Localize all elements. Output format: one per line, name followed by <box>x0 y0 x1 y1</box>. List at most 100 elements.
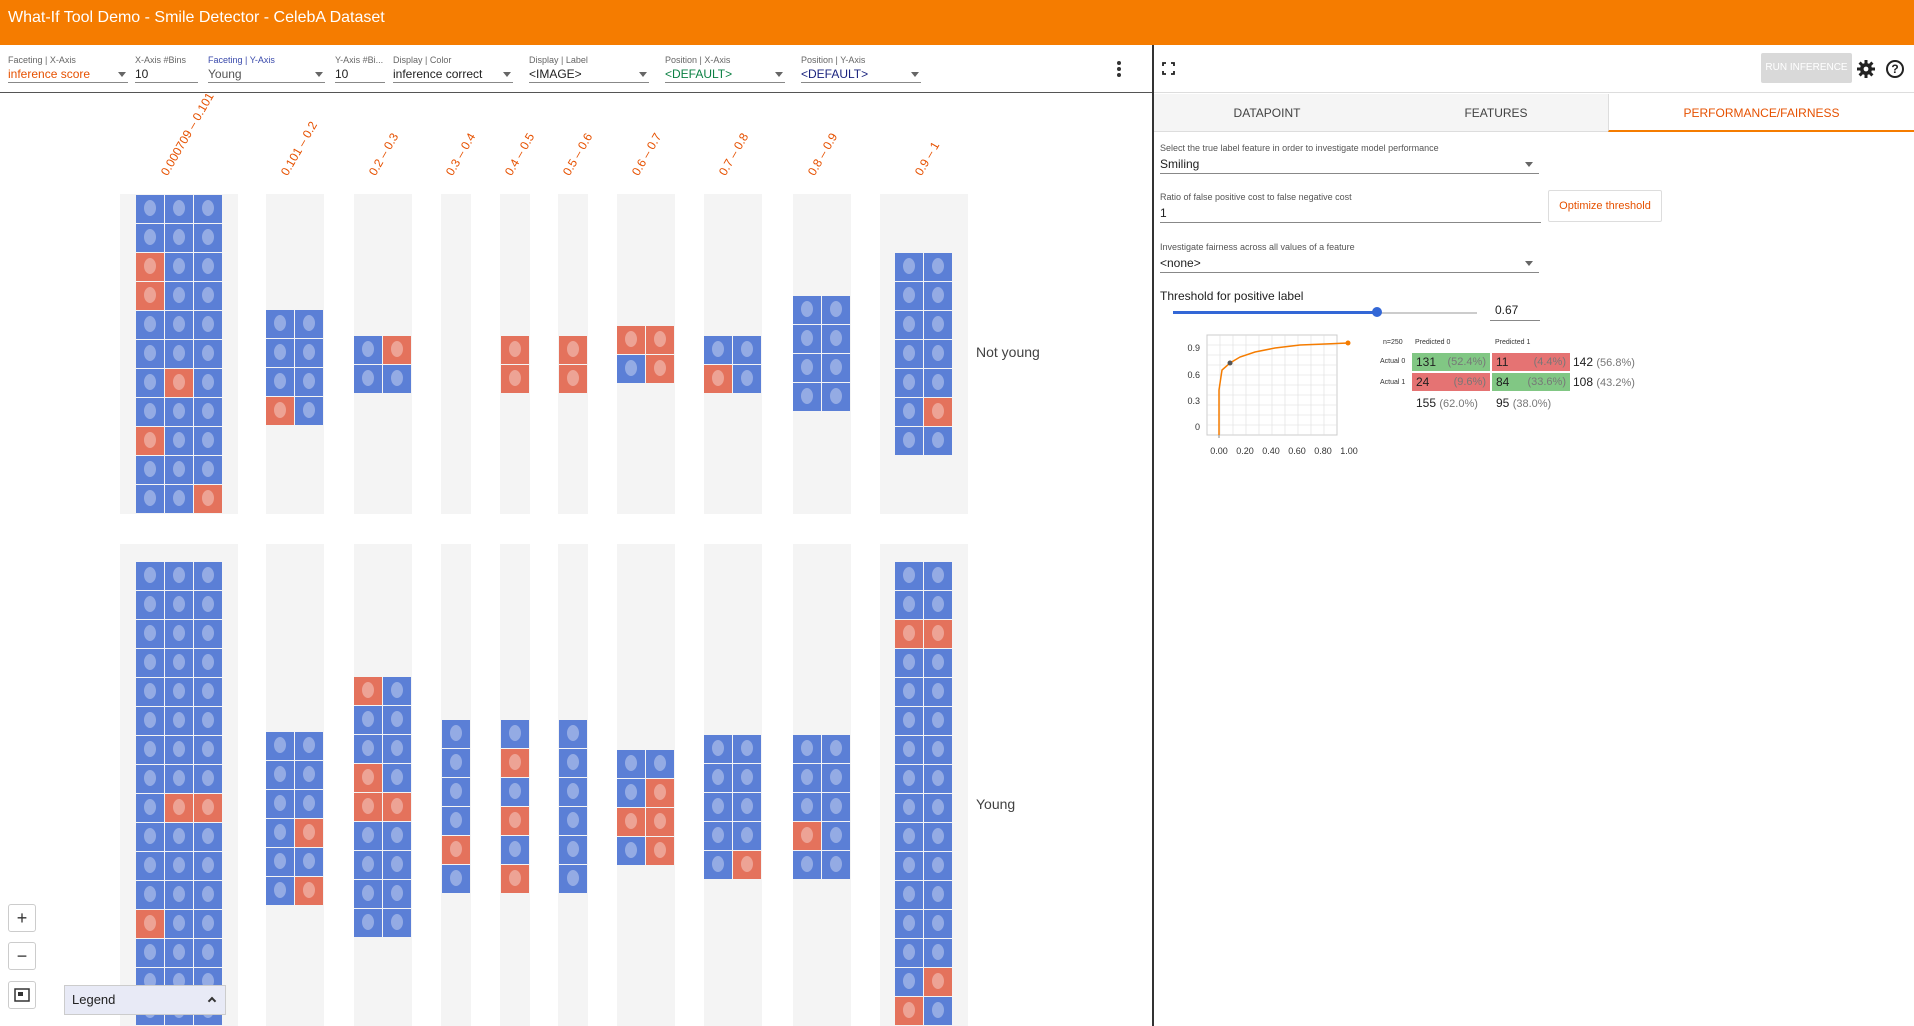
datapoint-thumbnail[interactable] <box>895 427 923 455</box>
datapoint-thumbnail[interactable] <box>193 253 222 281</box>
datapoint-thumbnail[interactable] <box>704 365 732 393</box>
datapoint-thumbnail[interactable] <box>164 282 193 310</box>
datapoint-thumbnail[interactable] <box>193 620 222 648</box>
datapoint-thumbnail[interactable] <box>617 750 645 778</box>
datapoint-thumbnail[interactable] <box>164 485 193 513</box>
datapoint-thumbnail[interactable] <box>924 649 952 677</box>
datapoint-thumbnail[interactable] <box>164 852 193 880</box>
datapoint-thumbnail[interactable] <box>924 881 952 909</box>
tab-performance-fairness[interactable]: PERFORMANCE/FAIRNESS <box>1608 94 1914 132</box>
datapoint-thumbnail[interactable] <box>164 311 193 339</box>
color-select[interactable]: Display | Color inference correct <box>393 54 513 83</box>
facet-cell[interactable] <box>441 194 471 514</box>
datapoint-thumbnail[interactable] <box>135 794 164 822</box>
datapoint-thumbnail[interactable] <box>793 793 821 821</box>
datapoint-thumbnail[interactable] <box>266 790 294 818</box>
datapoint-thumbnail[interactable] <box>164 736 193 764</box>
tab-features[interactable]: FEATURES <box>1380 94 1612 132</box>
datapoint-thumbnail[interactable] <box>354 764 382 792</box>
datapoint-thumbnail[interactable] <box>793 735 821 763</box>
datapoint-thumbnail[interactable] <box>924 823 952 851</box>
datapoint-thumbnail[interactable] <box>193 939 222 967</box>
datapoint-thumbnail[interactable] <box>135 253 164 281</box>
datapoint-thumbnail[interactable] <box>193 707 222 735</box>
datapoint-thumbnail[interactable] <box>924 910 952 938</box>
datapoint-thumbnail[interactable] <box>822 764 850 792</box>
datapoint-thumbnail[interactable] <box>500 336 529 364</box>
datapoint-thumbnail[interactable] <box>164 794 193 822</box>
datapoint-thumbnail[interactable] <box>500 807 529 835</box>
facet-cell[interactable] <box>617 194 675 514</box>
datapoint-thumbnail[interactable] <box>164 881 193 909</box>
datapoint-thumbnail[interactable] <box>135 485 164 513</box>
datapoint-thumbnail[interactable] <box>895 311 923 339</box>
datapoint-thumbnail[interactable] <box>135 427 164 455</box>
run-inference-button[interactable]: RUN INFERENCE <box>1761 53 1852 83</box>
datapoint-thumbnail[interactable] <box>164 195 193 223</box>
datapoint-thumbnail[interactable] <box>193 398 222 426</box>
datapoint-thumbnail[interactable] <box>924 562 952 590</box>
datapoint-thumbnail[interactable] <box>164 340 193 368</box>
datapoint-thumbnail[interactable] <box>441 720 470 748</box>
datapoint-thumbnail[interactable] <box>500 365 529 393</box>
datapoint-thumbnail[interactable] <box>924 591 952 619</box>
datapoint-thumbnail[interactable] <box>164 765 193 793</box>
datapoint-thumbnail[interactable] <box>135 224 164 252</box>
datapoint-thumbnail[interactable] <box>895 794 923 822</box>
datapoint-thumbnail[interactable] <box>135 852 164 880</box>
datapoint-thumbnail[interactable] <box>924 253 952 281</box>
datapoint-thumbnail[interactable] <box>704 822 732 850</box>
datapoint-thumbnail[interactable] <box>500 778 529 806</box>
datapoint-thumbnail[interactable] <box>193 765 222 793</box>
datapoint-thumbnail[interactable] <box>135 311 164 339</box>
datapoint-thumbnail[interactable] <box>383 706 411 734</box>
datapoint-thumbnail[interactable] <box>266 732 294 760</box>
expand-icon[interactable] <box>1162 62 1175 75</box>
datapoint-thumbnail[interactable] <box>558 365 587 393</box>
datapoint-thumbnail[interactable] <box>733 735 761 763</box>
datapoint-thumbnail[interactable] <box>704 793 732 821</box>
datapoint-thumbnail[interactable] <box>617 326 645 354</box>
threshold-input[interactable]: 0.67 <box>1490 303 1540 321</box>
datapoint-thumbnail[interactable] <box>895 910 923 938</box>
datapoint-thumbnail[interactable] <box>895 997 923 1025</box>
datapoint-thumbnail[interactable] <box>441 836 470 864</box>
datapoint-thumbnail[interactable] <box>135 369 164 397</box>
datapoint-thumbnail[interactable] <box>646 326 674 354</box>
datapoint-thumbnail[interactable] <box>924 427 952 455</box>
datapoint-thumbnail[interactable] <box>266 397 294 425</box>
datapoint-thumbnail[interactable] <box>895 340 923 368</box>
threshold-slider-handle[interactable] <box>1371 307 1382 317</box>
datapoint-thumbnail[interactable] <box>135 678 164 706</box>
datapoint-thumbnail[interactable] <box>135 823 164 851</box>
datapoint-thumbnail[interactable] <box>354 880 382 908</box>
datapoint-thumbnail[interactable] <box>500 865 529 893</box>
datapoint-thumbnail[interactable] <box>193 195 222 223</box>
datapoint-thumbnail[interactable] <box>135 881 164 909</box>
datapoint-thumbnail[interactable] <box>822 325 850 353</box>
datapoint-thumbnail[interactable] <box>295 339 323 367</box>
datapoint-thumbnail[interactable] <box>704 735 732 763</box>
datapoint-thumbnail[interactable] <box>924 736 952 764</box>
datapoint-thumbnail[interactable] <box>704 336 732 364</box>
datapoint-thumbnail[interactable] <box>895 591 923 619</box>
datapoint-thumbnail[interactable] <box>646 779 674 807</box>
facets-grid[interactable]: 0.000709 – 0.101 0.101 – 0.2 0.2 – 0.3 0.3 … <box>0 94 1152 1026</box>
datapoint-thumbnail[interactable] <box>924 997 952 1025</box>
fit-to-screen-button[interactable] <box>8 981 36 1009</box>
datapoint-thumbnail[interactable] <box>822 354 850 382</box>
datapoint-thumbnail[interactable] <box>924 282 952 310</box>
fairness-select[interactable]: <none> <box>1160 255 1539 273</box>
datapoint-thumbnail[interactable] <box>266 761 294 789</box>
datapoint-thumbnail[interactable] <box>135 398 164 426</box>
datapoint-thumbnail[interactable] <box>733 764 761 792</box>
datapoint-thumbnail[interactable] <box>193 427 222 455</box>
datapoint-thumbnail[interactable] <box>895 369 923 397</box>
datapoint-thumbnail[interactable] <box>924 620 952 648</box>
datapoint-thumbnail[interactable] <box>135 456 164 484</box>
datapoint-thumbnail[interactable] <box>646 837 674 865</box>
datapoint-thumbnail[interactable] <box>895 823 923 851</box>
datapoint-thumbnail[interactable] <box>793 822 821 850</box>
datapoint-thumbnail[interactable] <box>135 765 164 793</box>
datapoint-thumbnail[interactable] <box>646 355 674 383</box>
